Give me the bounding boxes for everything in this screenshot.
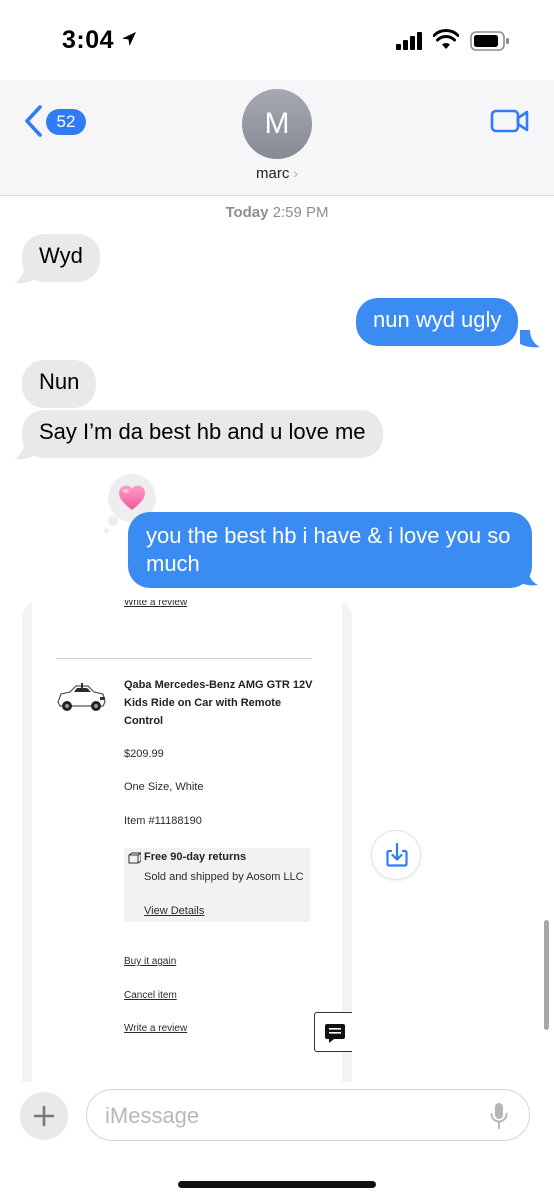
contact-name-label: marc: [255, 165, 290, 182]
divider: [56, 658, 312, 659]
unread-count-badge: 52: [46, 109, 86, 135]
attachment-screenshot: Write a review Qaba Mercedes-Benz AMG GT…: [32, 600, 352, 1082]
returns-info-box: Free 90-day returns Sold and shipped by …: [124, 848, 310, 922]
contact-name[interactable]: marc ›: [0, 165, 554, 182]
message-timestamp: Today 2:59 PM: [0, 204, 554, 221]
scrollbar-thumb[interactable]: [544, 920, 549, 1030]
message-bubble-outgoing[interactable]: nun wyd ugly: [356, 298, 519, 346]
chat-bubble-icon: [325, 1024, 345, 1043]
location-arrow-icon: [122, 32, 136, 46]
message-bubble-outgoing[interactable]: you the best hb i have & i love you so m…: [128, 512, 532, 588]
apps-plus-button[interactable]: [20, 1092, 68, 1140]
back-button[interactable]: 52: [18, 102, 88, 142]
chat-support-button: [314, 1012, 352, 1052]
message-bubble-incoming[interactable]: Say I’m da best hb and u love me: [22, 410, 383, 458]
conversation-header: 52 M marc ›: [0, 80, 554, 196]
box-return-icon: [128, 852, 141, 864]
product-variant: One Size, White: [124, 781, 204, 793]
seller-text: Sold and shipped by Aosom LLC: [144, 871, 304, 883]
facetime-video-icon[interactable]: [490, 106, 530, 136]
message-bubble-incoming[interactable]: Nun: [22, 360, 97, 408]
item-number: Item #11188190: [124, 815, 202, 827]
status-bar: 3:04: [0, 0, 554, 80]
save-image-button[interactable]: [371, 830, 421, 880]
message-bubble-incoming[interactable]: Wyd: [22, 234, 100, 282]
write-review-link-top: Write a review: [124, 600, 188, 608]
view-details-link: View Details: [144, 905, 205, 917]
chevron-right-icon: ›: [293, 165, 298, 181]
buy-again-link: Buy it again: [124, 956, 177, 967]
download-icon: [386, 842, 408, 867]
tapback-dot: [108, 516, 118, 526]
cancel-item-link: Cancel item: [124, 990, 177, 1001]
wifi-icon: [433, 29, 459, 49]
chevron-left-icon: [25, 105, 42, 137]
tapback-dot: [104, 528, 109, 533]
microphone-icon[interactable]: [489, 1102, 509, 1130]
home-indicator[interactable]: [178, 1181, 376, 1188]
product-price: $209.99: [124, 748, 164, 760]
pink-heart-icon: [119, 485, 145, 510]
ride-on-car-image: [57, 683, 106, 711]
battery-icon: [470, 31, 509, 51]
timestamp-day: Today: [225, 204, 269, 221]
product-title: Qaba Mercedes-Benz AMG GTR 12V Kids Ride…: [124, 679, 313, 727]
imessage-input[interactable]: iMessage: [86, 1089, 530, 1141]
returns-title: Free 90-day returns: [144, 851, 247, 863]
cellular-signal-icon: [396, 32, 422, 50]
bubble-tail: [520, 330, 540, 348]
input-placeholder: iMessage: [105, 1103, 200, 1128]
plus-icon: [33, 1105, 55, 1127]
contact-avatar[interactable]: M: [242, 89, 312, 159]
timestamp-time: 2:59 PM: [272, 204, 329, 221]
write-review-link: Write a review: [124, 1023, 188, 1034]
status-time: 3:04: [62, 26, 115, 54]
image-attachment[interactable]: Write a review Qaba Mercedes-Benz AMG GT…: [22, 600, 352, 1082]
